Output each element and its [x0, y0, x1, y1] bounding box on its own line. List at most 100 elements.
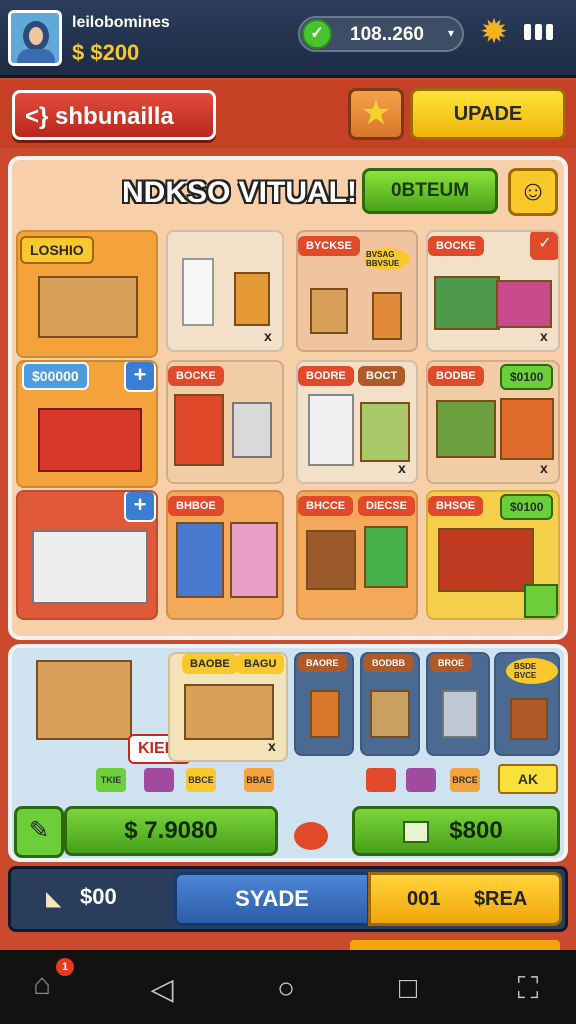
page-title: NDKSO VITUAL! [122, 176, 357, 209]
inventory-item-2[interactable]: BAORE [294, 652, 354, 756]
circle-home-icon[interactable]: ○ [264, 972, 308, 1006]
bucket-icon [232, 402, 272, 458]
item-tag: LOSHIO [20, 236, 94, 264]
category-chip[interactable]: AK [498, 764, 558, 794]
item-price: $0100 [500, 364, 554, 390]
item-sub-tag: BAGU [236, 654, 285, 674]
item-sub-tag: DIECSE [358, 496, 415, 516]
close-icon[interactable]: x [540, 460, 548, 476]
count-label: 001 [407, 888, 441, 910]
action-button[interactable]: 0BTEUM [362, 168, 498, 214]
crate-icon [434, 276, 500, 330]
item-tag: BAOBE [182, 654, 238, 674]
check-icon[interactable]: ✓ [530, 232, 558, 260]
pencil-cup-icon [310, 288, 348, 334]
notification-badge: 1 [56, 958, 74, 976]
back-icon[interactable]: ◁ [140, 972, 184, 1007]
count-button[interactable]: 001 $REA [368, 872, 562, 926]
register-icon [403, 821, 429, 843]
speech-tag: BVSAG BBVSUE [364, 248, 410, 270]
inventory-item-4[interactable]: BROE [426, 652, 490, 756]
jar-icon [310, 690, 340, 738]
category-chip[interactable]: BRCE [450, 768, 480, 792]
add-icon[interactable]: + [124, 362, 156, 392]
tag-icon: ◣ [46, 888, 62, 910]
edit-icon[interactable] [524, 584, 558, 618]
grid-item-9[interactable]: BHSOE $0100 [426, 490, 560, 620]
item-sub-tag: BOCT [358, 366, 406, 386]
grid-item-7[interactable]: BHBOE [166, 490, 284, 620]
goods-box-icon [500, 398, 554, 460]
add-icon[interactable]: + [124, 492, 156, 522]
resource-value: 108..260 [350, 24, 424, 45]
gear-icon[interactable]: ✹ [476, 14, 512, 50]
buy-value: $800 [449, 817, 503, 844]
upgrade-button[interactable]: UPADE [410, 88, 566, 140]
category-chip[interactable] [406, 768, 436, 792]
category-chip[interactable]: BBCE [186, 768, 216, 792]
recents-icon[interactable]: □ [386, 972, 430, 1006]
grid-item-2[interactable]: BYCKSE BVSAG BBVSUE [296, 230, 418, 352]
crate-icon [306, 530, 356, 590]
avatar-head [23, 21, 49, 51]
menu-icon[interactable] [524, 24, 553, 40]
grid-item-6[interactable]: BODBE $0100 x [426, 360, 560, 484]
avatar[interactable] [8, 10, 62, 66]
close-icon[interactable]: x [540, 328, 548, 344]
item-tag: BYCKSE [298, 236, 360, 256]
goods-box-icon [308, 394, 354, 466]
wallet-icon[interactable]: ✎ [14, 806, 64, 858]
box-icon [38, 276, 138, 338]
grid-item-8[interactable]: BHCCE DIECSE [296, 490, 418, 620]
gem-icon: ✓ [302, 19, 332, 49]
grid-item-4[interactable]: BOCKE [166, 360, 284, 484]
category-chip[interactable]: BBAE [244, 768, 274, 792]
item-tag: BOCKE [428, 236, 484, 256]
grid-item-1[interactable]: x [166, 230, 284, 352]
pot-icon [510, 698, 548, 740]
goods-box-icon [230, 522, 278, 598]
close-icon[interactable]: x [268, 738, 276, 754]
buy-button[interactable]: $800 [352, 806, 560, 856]
avatar-body [17, 49, 55, 63]
left-item-2[interactable]: $00000 + [16, 360, 158, 488]
grid-item-5[interactable]: BODRE BOCT x [296, 360, 418, 484]
store-name-button[interactable]: <} shbunailla [12, 90, 216, 140]
item-tag: BODRE [298, 366, 354, 386]
heart-icon [294, 822, 328, 850]
sell-value: $00 [80, 884, 117, 909]
inventory-item-3[interactable]: BODBB [360, 652, 420, 756]
inventory-item-5[interactable]: BSDE BVCE [494, 652, 560, 756]
expand-icon[interactable]: ⛶ [506, 972, 550, 1006]
milk-icon [182, 258, 214, 326]
left-item-1[interactable]: LOSHIO [16, 230, 158, 358]
star-icon[interactable]: ★ [348, 88, 404, 140]
inventory-item-1[interactable]: BAOBE BAGU x [168, 652, 288, 762]
item-tag: BROE [430, 654, 473, 672]
item-tag: BODBE [428, 366, 484, 386]
grid-item-3[interactable]: BOCKE ✓ x [426, 230, 560, 352]
item-tag: BHSOE [428, 496, 484, 516]
trade-button[interactable]: SYADE [174, 872, 370, 926]
category-chip[interactable]: TKIE [96, 768, 126, 792]
chevron-down-icon[interactable]: ▾ [448, 26, 454, 40]
close-icon[interactable]: x [264, 328, 272, 344]
cash-amount: $ $200 [72, 40, 140, 65]
item-tag: BAORE [298, 654, 347, 672]
close-icon[interactable]: x [398, 460, 406, 476]
tools-icon [370, 690, 410, 738]
freezer-icon [32, 530, 148, 604]
smiley-icon[interactable]: ☺ [508, 168, 558, 216]
cereal-icon [174, 394, 224, 466]
resource-counter[interactable]: ✓ 108..260 ▾ [298, 16, 464, 52]
item-tag: BOCKE [168, 366, 224, 386]
crate-icon [438, 528, 534, 592]
category-chip[interactable] [366, 768, 396, 792]
can-icon [372, 292, 402, 340]
left-item-3[interactable]: + [16, 490, 158, 620]
yellow-strip [350, 940, 560, 950]
item-tag: $00000 [22, 362, 89, 390]
cash-button[interactable]: $ 7.9080 [64, 806, 278, 856]
category-chip[interactable] [144, 768, 174, 792]
shelf-icon [38, 408, 142, 472]
